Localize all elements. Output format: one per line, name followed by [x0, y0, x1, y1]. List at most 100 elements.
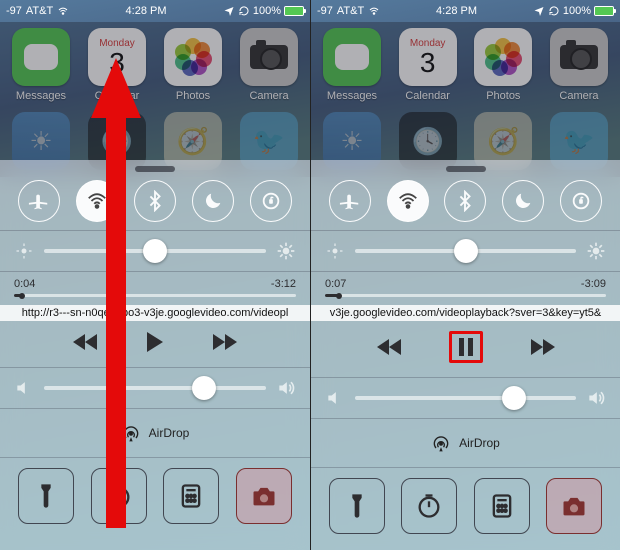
- airplane-icon: [339, 190, 361, 212]
- wifi-icon: [57, 5, 69, 17]
- volume-row: [0, 368, 310, 409]
- flashlight-button[interactable]: [18, 468, 74, 524]
- brightness-high-icon: [586, 241, 606, 261]
- bluetooth-toggle[interactable]: [134, 180, 176, 222]
- airdrop-row[interactable]: AirDrop: [0, 409, 310, 458]
- screenshot-right: -97 AT&T 4:28 PM 100% Messages Monday 3 …: [310, 0, 620, 550]
- app-label: Photos: [486, 90, 520, 102]
- elapsed-time: 0:04: [14, 278, 35, 290]
- volume-slider[interactable]: [355, 396, 576, 400]
- next-track-button[interactable]: [529, 338, 555, 356]
- wifi-toggle[interactable]: [387, 180, 429, 222]
- messages-icon: [12, 28, 70, 86]
- brightness-low-icon: [325, 241, 345, 261]
- rotation-lock-toggle[interactable]: [560, 180, 602, 222]
- battery-percent: 100%: [253, 5, 281, 17]
- remaining-time: -3:12: [271, 278, 296, 290]
- carrier-label: AT&T: [337, 5, 364, 17]
- flashlight-icon: [343, 492, 371, 520]
- app-calendar[interactable]: Monday 3 Calendar: [84, 28, 150, 102]
- airdrop-icon: [121, 423, 141, 443]
- camera-icon: [560, 492, 588, 520]
- wifi-icon: [397, 190, 419, 212]
- volume-slider[interactable]: [44, 386, 266, 390]
- camera-icon: [250, 482, 278, 510]
- clock: 4:28 PM: [73, 5, 219, 17]
- airdrop-label: AirDrop: [149, 426, 190, 440]
- flashlight-button[interactable]: [329, 478, 385, 534]
- rotation-lock-icon: [548, 5, 560, 17]
- airdrop-label: AirDrop: [459, 436, 500, 450]
- prev-track-button[interactable]: [73, 333, 99, 351]
- control-center[interactable]: 0:07 -3:09 v3je.googlevideo.com/videopla…: [311, 160, 620, 550]
- location-icon: [533, 5, 545, 17]
- app-calendar[interactable]: Monday 3 Calendar: [395, 28, 461, 102]
- now-playing-title: v3je.googlevideo.com/videoplayback?sver=…: [311, 305, 620, 321]
- rotation-lock-icon: [238, 5, 250, 17]
- status-bar: -97 AT&T 4:28 PM 100%: [0, 0, 310, 22]
- forward-icon: [529, 338, 555, 356]
- quick-launch-row: [0, 458, 310, 524]
- wifi-toggle[interactable]: [76, 180, 118, 222]
- app-label: Messages: [16, 90, 66, 102]
- play-icon: [145, 331, 165, 353]
- pause-button[interactable]: [449, 331, 483, 363]
- grabber-handle[interactable]: [135, 166, 175, 172]
- app-label: Calendar: [95, 90, 140, 102]
- control-center[interactable]: 0:04 -3:12 http://r3---sn-n0qeoapo3-v3je…: [0, 160, 310, 550]
- app-photos[interactable]: Photos: [470, 28, 536, 102]
- scrubber[interactable]: [325, 294, 606, 297]
- app-label: Calendar: [405, 90, 450, 102]
- home-app-row: Messages Monday 3 Calendar Photos Camer: [311, 22, 620, 102]
- airdrop-row[interactable]: AirDrop: [311, 419, 620, 468]
- brightness-slider[interactable]: [355, 249, 576, 253]
- app-camera[interactable]: Camera: [546, 28, 612, 102]
- app-camera[interactable]: Camera: [236, 28, 302, 102]
- messages-icon: [323, 28, 381, 86]
- rotation-lock-toggle[interactable]: [250, 180, 292, 222]
- calendar-icon: Monday 3: [399, 28, 457, 86]
- app-messages[interactable]: Messages: [8, 28, 74, 102]
- media-section: 0:04 -3:12 http://r3---sn-n0qeoapo3-v3je…: [0, 272, 310, 368]
- screenshot-left: -97 AT&T 4:28 PM 100% Messages Monday 3 …: [0, 0, 310, 550]
- airdrop-icon: [431, 433, 451, 453]
- app-photos[interactable]: Photos: [160, 28, 226, 102]
- bluetooth-toggle[interactable]: [444, 180, 486, 222]
- app-label: Photos: [176, 90, 210, 102]
- next-track-button[interactable]: [211, 333, 237, 351]
- remaining-time: -3:09: [581, 278, 606, 290]
- brightness-high-icon: [276, 241, 296, 261]
- camera-button[interactable]: [236, 468, 292, 524]
- calculator-icon: [488, 492, 516, 520]
- battery-icon: [284, 6, 304, 16]
- quick-toggle-row: [0, 180, 310, 231]
- home-app-row: Messages Monday 3 Calendar Photos Camer: [0, 22, 310, 102]
- do-not-disturb-toggle[interactable]: [192, 180, 234, 222]
- timer-icon: [105, 482, 133, 510]
- airplane-toggle[interactable]: [329, 180, 371, 222]
- forward-icon: [211, 333, 237, 351]
- calculator-icon: [177, 482, 205, 510]
- app-label: Messages: [327, 90, 377, 102]
- photos-icon: [474, 28, 532, 86]
- brightness-slider[interactable]: [44, 249, 266, 253]
- airplane-toggle[interactable]: [18, 180, 60, 222]
- timer-button[interactable]: [401, 478, 457, 534]
- timer-button[interactable]: [91, 468, 147, 524]
- calendar-icon: Monday 3: [88, 28, 146, 86]
- calculator-button[interactable]: [474, 478, 530, 534]
- do-not-disturb-toggle[interactable]: [502, 180, 544, 222]
- camera-button[interactable]: [546, 478, 602, 534]
- brightness-row: [311, 231, 620, 272]
- calculator-button[interactable]: [163, 468, 219, 524]
- grabber-handle[interactable]: [446, 166, 486, 172]
- play-button[interactable]: [145, 331, 165, 353]
- rotation-lock-icon: [570, 190, 592, 212]
- status-bar: -97 AT&T 4:28 PM 100%: [311, 0, 620, 22]
- rewind-icon: [377, 338, 403, 356]
- prev-track-button[interactable]: [377, 338, 403, 356]
- photos-icon: [164, 28, 222, 86]
- scrubber[interactable]: [14, 294, 296, 297]
- app-messages[interactable]: Messages: [319, 28, 385, 102]
- quick-toggle-row: [311, 180, 620, 231]
